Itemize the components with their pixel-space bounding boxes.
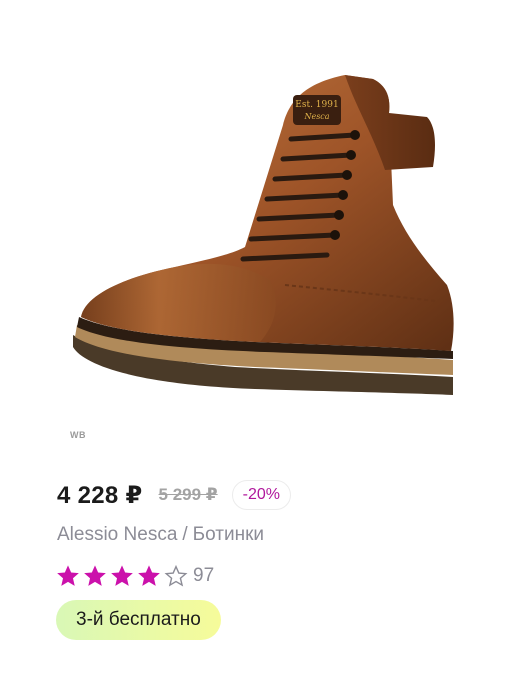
- star-outline-icon: [163, 563, 189, 589]
- star-filled-icon: [136, 563, 162, 589]
- watermark-text: WB: [70, 430, 86, 440]
- boot-illustration: Est. 1991 Nesca: [73, 75, 454, 395]
- brand-name: Alessio Nesca: [57, 524, 178, 545]
- price-row: 4 228 ₽ 5 299 ₽ -20%: [57, 478, 291, 512]
- current-price: 4 228 ₽: [57, 481, 143, 509]
- product-category: Ботинки: [192, 524, 265, 545]
- reviews-count[interactable]: 97: [193, 565, 214, 587]
- star-filled-icon: [55, 563, 81, 589]
- product-title[interactable]: Alessio Nesca / Ботинки: [57, 524, 264, 546]
- discount-badge: -20%: [231, 480, 291, 510]
- svg-text:Nesca: Nesca: [303, 112, 329, 121]
- boot-logo-text: Est. 1991: [295, 100, 338, 110]
- promo-badge: 3-й бесплатно: [56, 600, 221, 640]
- product-image[interactable]: Est. 1991 Nesca: [55, 55, 475, 415]
- star-filled-icon: [82, 563, 108, 589]
- product-card[interactable]: Est. 1991 Nesca WB 4 228 ₽ 5 299 ₽ -20% …: [0, 0, 529, 681]
- star-filled-icon: [109, 563, 135, 589]
- rating-row: 97: [55, 562, 214, 590]
- title-separator: /: [182, 524, 188, 545]
- old-price: 5 299 ₽: [158, 485, 218, 504]
